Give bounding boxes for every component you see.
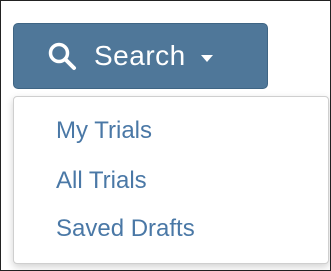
search-icon (47, 41, 77, 71)
menu-item-all-trials[interactable]: All Trials (56, 167, 147, 195)
menu-item-my-trials[interactable]: My Trials (56, 117, 152, 145)
search-dropdown-button[interactable]: Search (13, 23, 268, 89)
screenshot-frame: Search My Trials All Trials Saved Drafts (0, 0, 331, 271)
menu-item-saved-drafts[interactable]: Saved Drafts (56, 215, 195, 243)
search-dropdown-menu: My Trials All Trials Saved Drafts (13, 96, 329, 264)
search-button-label: Search (94, 40, 186, 71)
caret-down-icon (200, 54, 213, 62)
